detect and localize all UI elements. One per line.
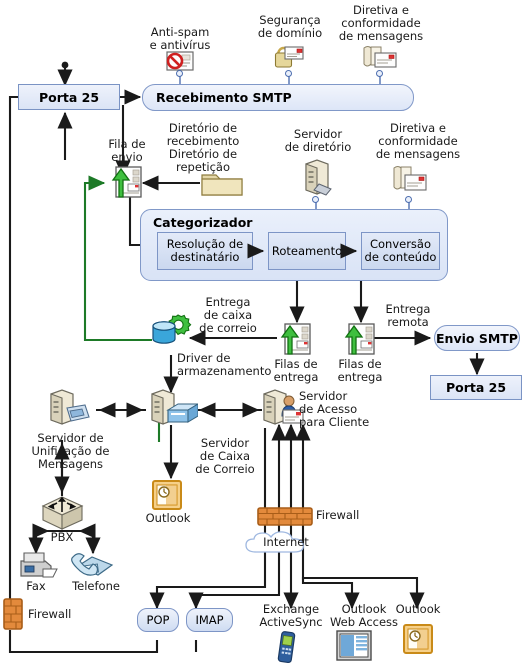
outlook-internal-label: Outlook xyxy=(145,511,191,525)
browser-window-icon xyxy=(336,630,372,665)
delivery-queues-2-label: Filas de entrega xyxy=(337,357,383,384)
internet-label: Internet xyxy=(263,535,309,549)
diagram-canvas: Anti-spam e antivírus Segurança de domín… xyxy=(0,0,525,664)
um-server-icon xyxy=(45,386,97,436)
pbx-label: PBX xyxy=(50,530,74,544)
outlook-icon xyxy=(403,624,433,658)
database-cylinder-icon xyxy=(150,312,194,356)
firewall-brick-icon xyxy=(2,597,26,635)
um-server-label: Servidor de Unificação de Mensagens xyxy=(31,431,110,471)
fax-label: Fax xyxy=(26,579,46,593)
porta-25-bottom-box[interactable]: Porta 25 xyxy=(430,375,522,400)
mailbox-server-label: Servidor de Caixa de Correio xyxy=(195,436,255,476)
outlook-icon xyxy=(152,480,182,514)
mailbox-server-icon xyxy=(146,386,200,436)
firewall-external-label: Firewall xyxy=(28,607,72,621)
smtp-send-pill[interactable]: Envio SMTP xyxy=(434,325,520,351)
pop-pill[interactable]: POP xyxy=(137,608,179,632)
client-access-server-label: Servidor de Acesso para Cliente xyxy=(299,389,370,429)
mobile-phone-icon xyxy=(275,630,299,668)
firewall-brick-icon xyxy=(257,506,313,532)
mailbox-delivery-label: Entrega de caixa de correio xyxy=(199,295,257,335)
outlook-external-label: Outlook xyxy=(395,602,441,616)
telefone-label: Telefone xyxy=(72,579,120,593)
remote-delivery-label: Entrega remota xyxy=(385,302,431,329)
imap-pill[interactable]: IMAP xyxy=(186,608,233,632)
store-driver-label: Driver de armazenamento xyxy=(177,351,272,378)
queue-message-icon xyxy=(342,322,376,360)
firewall-internal-label: Firewall xyxy=(316,508,360,522)
